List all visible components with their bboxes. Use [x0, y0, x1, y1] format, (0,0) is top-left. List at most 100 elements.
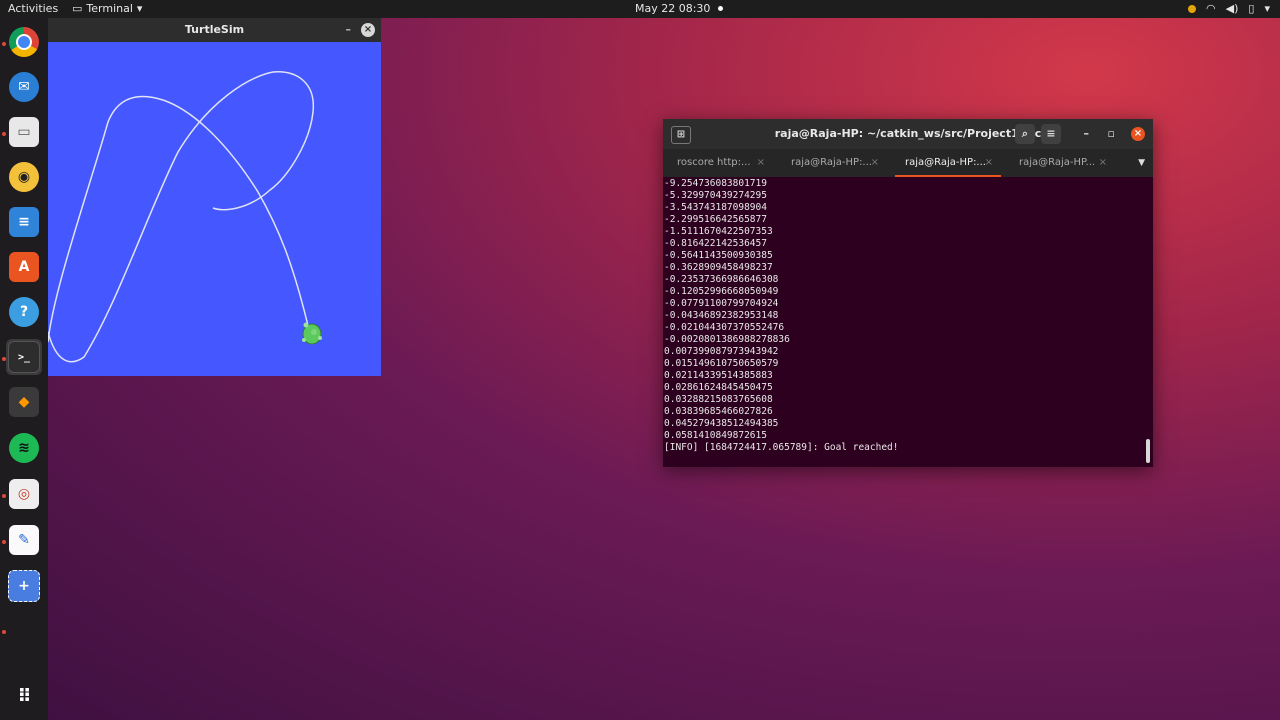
- dock-item-spotify[interactable]: ≋: [6, 430, 42, 466]
- dock-item-rhythmbox[interactable]: ◉: [6, 159, 42, 195]
- mail-icon: ✉: [9, 72, 39, 102]
- terminal-output[interactable]: -9.254736083801719 -5.329970439274295 -3.5…: [663, 177, 1153, 454]
- chevron-down-icon: ▾: [136, 2, 143, 15]
- terminal-line: -0.12052996668050949: [664, 286, 779, 297]
- terminal-line: -5.329970439274295: [664, 190, 767, 201]
- show-apps-button[interactable]: ⠿: [6, 678, 42, 714]
- minimize-button[interactable]: –: [346, 18, 352, 42]
- music-icon: ◉: [9, 162, 39, 192]
- status-indicator-icon: [1188, 4, 1197, 13]
- close-button[interactable]: ×: [1131, 127, 1145, 141]
- terminal-line: -9.254736083801719: [664, 178, 767, 189]
- terminal-line: 0.02114339514385883: [664, 370, 773, 381]
- app-menu[interactable]: ▭ Terminal ▾: [72, 2, 142, 15]
- tab-close-icon[interactable]: ×: [757, 149, 765, 177]
- folder-icon: ▭: [9, 117, 39, 147]
- pencil-icon: ✎: [9, 525, 39, 555]
- app-menu-label: Terminal: [86, 2, 133, 15]
- terminal-line: -0.3628909458498237: [664, 262, 773, 273]
- new-tab-icon[interactable]: ⊞: [671, 126, 691, 144]
- window-title: TurtleSim: [184, 23, 245, 36]
- terminal-line: 0.0581410849872615: [664, 430, 767, 441]
- tab-close-icon[interactable]: ×: [1099, 149, 1107, 177]
- dock-item-software[interactable]: A: [6, 249, 42, 285]
- system-tray[interactable]: ◠ ◀) ▯ ▾: [1188, 2, 1270, 15]
- terminal-tabs: roscore http:... × raja@Raja-HP:... × ra…: [663, 149, 1153, 177]
- tab-roscore[interactable]: roscore http:... ×: [663, 149, 777, 177]
- grid-icon: ⠿: [17, 685, 31, 707]
- close-button[interactable]: ×: [361, 23, 375, 37]
- terminal-line: -0.021044307370552476: [664, 322, 785, 333]
- turtlesim-canvas: [47, 42, 381, 376]
- turtle-path: [47, 71, 314, 363]
- store-icon: A: [9, 252, 39, 282]
- minimize-button[interactable]: –: [1084, 119, 1090, 149]
- viewer-icon: ◎: [9, 479, 39, 509]
- tab-label: raja@Raja-HP...: [1019, 157, 1096, 168]
- turtle-path-drawing: [47, 71, 322, 363]
- running-indicator: [2, 630, 6, 634]
- dock-item-screenshot[interactable]: +: [6, 568, 42, 604]
- chevron-down-icon: ▾: [1264, 2, 1270, 15]
- tab-list-dropdown-icon[interactable]: ▼: [1138, 149, 1145, 177]
- maximize-button[interactable]: ▫: [1108, 119, 1115, 149]
- dock-item-help[interactable]: ?: [6, 294, 42, 330]
- turtle-path: [47, 95, 311, 343]
- terminal-titlebar[interactable]: ⊞ raja@Raja-HP: ~/catkin_ws/src/Project1…: [663, 119, 1153, 149]
- terminal-icon: >_: [8, 341, 40, 373]
- hamburger-icon: ≡: [1046, 127, 1056, 140]
- terminal-line: -0.5641143500930385: [664, 250, 773, 261]
- search-button[interactable]: ⌕: [1015, 124, 1035, 144]
- top-bar: Activities ▭ Terminal ▾ May 22 08:30 ◠ ◀…: [0, 0, 1280, 18]
- terminal-line: 0.007399087973943942: [664, 346, 779, 357]
- clock-label: May 22 08:30: [635, 2, 711, 15]
- terminal-line: [INFO] [1684724417.065789]: Goal reached…: [664, 442, 899, 453]
- turtle-icon: [302, 322, 322, 345]
- turtlesim-titlebar[interactable]: TurtleSim – ×: [48, 18, 381, 42]
- terminal-line: 0.03288215083765608: [664, 394, 773, 405]
- tab-close-icon[interactable]: ×: [871, 149, 879, 177]
- terminal-line: -0.07791100799704924: [664, 298, 779, 309]
- editor-icon: ◆: [9, 387, 39, 417]
- terminal-window: ⊞ raja@Raja-HP: ~/catkin_ws/src/Project1…: [663, 119, 1153, 467]
- dock-item-terminal[interactable]: >_: [6, 339, 42, 375]
- terminal-line: 0.045279438512494385: [664, 418, 779, 429]
- wifi-icon: ◠: [1206, 2, 1216, 15]
- terminal-line: -0.816422142536457: [664, 238, 767, 249]
- terminal-scrollbar[interactable]: [1146, 439, 1150, 463]
- window-title: raja@Raja-HP: ~/catkin_ws/src/Project1/s…: [774, 127, 1042, 140]
- dock-item-document-viewer[interactable]: ◎: [6, 476, 42, 512]
- tab-terminal-3[interactable]: raja@Raja-HP:... ×: [891, 149, 1005, 177]
- search-icon: ⌕: [1021, 127, 1029, 140]
- terminal-small-icon: ▭: [72, 2, 83, 15]
- tab-terminal-2[interactable]: raja@Raja-HP:... ×: [777, 149, 891, 177]
- tab-terminal-4[interactable]: raja@Raja-HP... ×: [1005, 149, 1119, 177]
- dock-item-text-editor[interactable]: ✎: [6, 522, 42, 558]
- screenshot-icon: +: [8, 570, 40, 602]
- menu-button[interactable]: ≡: [1041, 124, 1061, 144]
- terminal-line: -0.04346892382953148: [664, 310, 779, 321]
- terminal-line: -1.5111670422507353: [664, 226, 773, 237]
- battery-icon: ▯: [1248, 2, 1255, 15]
- terminal-line: -0.0020801386988278836: [664, 334, 790, 345]
- terminal-line: 0.015149610750650579: [664, 358, 779, 369]
- tab-label: raja@Raja-HP:...: [791, 157, 872, 168]
- help-icon: ?: [9, 297, 39, 327]
- activities-button[interactable]: Activities: [8, 2, 58, 15]
- terminal-line: -3.543743187098904: [664, 202, 767, 213]
- terminal-line: 0.02861624845450475: [664, 382, 773, 393]
- dock-item-sublime[interactable]: ◆: [6, 384, 42, 420]
- document-icon: ≡: [9, 207, 39, 237]
- dock: ✉ ▭ ◉ ≡ A ? >_ ◆ ≋ ◎ ✎ + ⠿: [0, 18, 48, 720]
- terminal-line: -0.23537366986646308: [664, 274, 779, 285]
- clock[interactable]: May 22 08:30: [635, 2, 724, 15]
- terminal-line: 0.03839685466027826: [664, 406, 773, 417]
- tab-close-icon[interactable]: ×: [985, 149, 993, 177]
- spotify-icon: ≋: [9, 433, 39, 463]
- notification-dot-icon: [718, 6, 724, 11]
- dock-item-chrome[interactable]: [6, 24, 42, 60]
- dock-item-writer[interactable]: ≡: [6, 204, 42, 240]
- volume-icon: ◀): [1225, 2, 1239, 15]
- dock-item-thunderbird[interactable]: ✉: [6, 69, 42, 105]
- dock-item-files[interactable]: ▭: [6, 114, 42, 150]
